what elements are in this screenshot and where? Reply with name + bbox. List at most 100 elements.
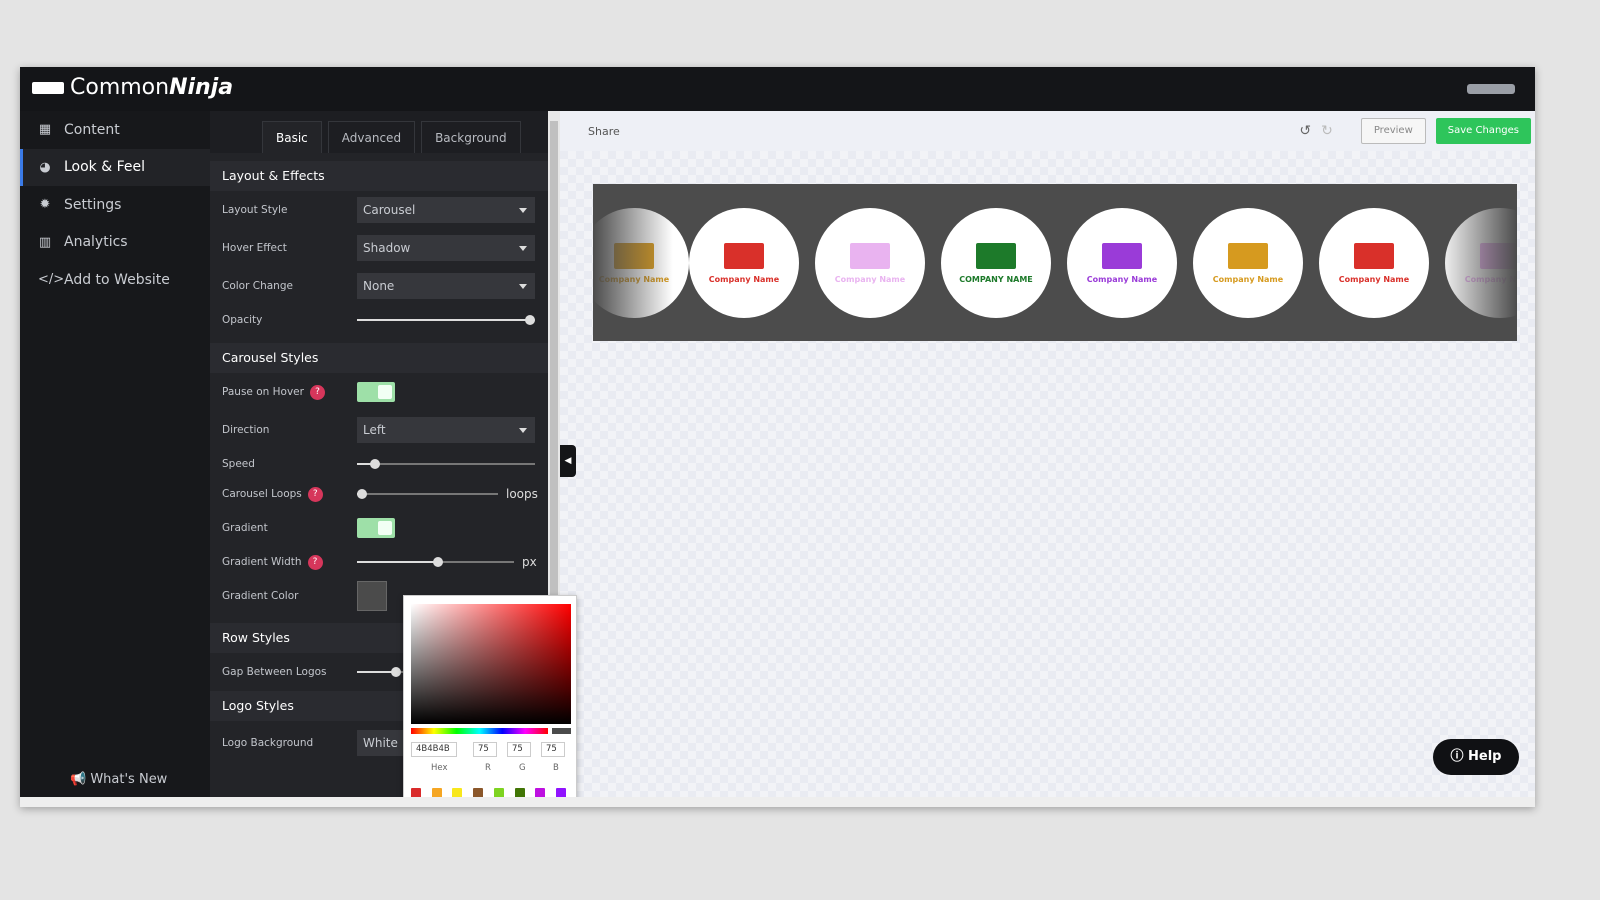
chart-icon: ▥ xyxy=(38,234,52,250)
carousel-loops-label: Carousel Loops xyxy=(222,488,302,500)
carousel-logo[interactable]: COMPANY NAME xyxy=(941,208,1051,318)
gradient-left xyxy=(593,184,673,341)
logo-text: Company Name xyxy=(834,274,906,284)
logo-mark-icon xyxy=(1228,242,1268,269)
logo-background-label: Logo Background xyxy=(222,737,314,749)
sidebar-item-label: Settings xyxy=(64,196,122,213)
sidebar-item-analytics[interactable]: ▥ Analytics xyxy=(20,224,210,262)
r-input[interactable]: 75 xyxy=(473,742,497,757)
help-icon[interactable]: ? xyxy=(307,486,323,502)
logo-mark-icon xyxy=(850,242,890,269)
gradient-label: Gradient xyxy=(222,522,268,534)
logo-text: Common xyxy=(70,75,170,100)
color-picker: 4B4B4B 75 75 75 Hex R G B xyxy=(403,595,577,807)
tab-advanced[interactable]: Advanced xyxy=(327,121,416,153)
gradient-right xyxy=(1437,184,1517,341)
logo-text: Company Name xyxy=(1212,274,1284,284)
tab-background[interactable]: Background xyxy=(421,121,521,153)
layout-style-select[interactable]: Carousel xyxy=(357,197,535,223)
undo-icon[interactable]: ↺ xyxy=(1299,123,1311,139)
g-label: G xyxy=(519,763,526,773)
saturation-value-area[interactable] xyxy=(411,604,571,724)
logo-text: Company Name xyxy=(1086,274,1158,284)
logo-mark-icon xyxy=(724,242,764,269)
speed-slider[interactable] xyxy=(357,458,535,470)
hex-label: Hex xyxy=(431,763,448,773)
opacity-label: Opacity xyxy=(222,314,263,326)
b-input[interactable]: 75 xyxy=(541,742,565,757)
save-changes-button[interactable]: Save Changes xyxy=(1435,118,1531,144)
palette-icon: ◕ xyxy=(39,159,51,175)
carousel-logo[interactable]: Company Name xyxy=(815,208,925,318)
layout-style-label: Layout Style xyxy=(222,204,288,216)
current-color-preview xyxy=(552,728,571,734)
sidebar-item-label: Add to Website xyxy=(64,271,170,288)
share-button[interactable]: Share xyxy=(588,125,620,138)
ninja-mask-icon xyxy=(32,81,64,94)
carousel-logo[interactable]: Company Name xyxy=(1067,208,1177,318)
collapse-panel-handle[interactable]: ◀ xyxy=(560,445,576,477)
logo-text-bold: Ninja xyxy=(169,75,234,100)
carousel-loops-slider[interactable] xyxy=(357,488,498,500)
carousel-logo[interactable]: Company Name xyxy=(1319,208,1429,318)
help-label: Help xyxy=(1468,749,1502,764)
hover-effect-select[interactable]: Shadow xyxy=(357,235,535,261)
app-window: Common Ninja ▦ Content ◕ Look & Feel ✹ Setti… xyxy=(20,67,1535,807)
opacity-slider[interactable] xyxy=(357,314,535,326)
px-unit: px xyxy=(522,555,537,569)
gradient-width-slider[interactable] xyxy=(357,556,514,568)
sidebar-item-label: Look & Feel xyxy=(64,159,146,176)
section-layout-effects: Layout & Effects xyxy=(210,161,548,191)
hex-input[interactable]: 4B4B4B xyxy=(411,742,457,757)
speed-label: Speed xyxy=(222,458,255,470)
help-icon[interactable]: ? xyxy=(307,554,323,570)
color-change-select[interactable]: None xyxy=(357,273,535,299)
horizontal-scrollbar[interactable] xyxy=(20,797,1535,807)
gradient-toggle[interactable] xyxy=(357,518,395,538)
gap-label: Gap Between Logos xyxy=(222,666,327,678)
tab-bar: Basic Advanced Background xyxy=(210,111,548,153)
direction-select[interactable]: Left xyxy=(357,417,535,443)
direction-label: Direction xyxy=(222,424,270,436)
logo-mark-icon xyxy=(1102,242,1142,269)
gradient-color-swatch[interactable] xyxy=(357,581,387,611)
sidebar-item-label: Content xyxy=(64,121,120,138)
sidebar-item-look-feel[interactable]: ◕ Look & Feel xyxy=(20,148,210,186)
logo-mark-icon xyxy=(976,242,1016,269)
question-icon: ⓘ xyxy=(1450,749,1469,764)
logo-carousel: Company Name Company Name Company Name Comp… xyxy=(593,184,1517,341)
sidebar-item-settings[interactable]: ✹ Settings xyxy=(20,186,210,224)
user-menu[interactable] xyxy=(1467,84,1515,94)
hover-effect-label: Hover Effect xyxy=(222,242,287,254)
logo-mark-icon xyxy=(1354,242,1394,269)
whats-new-link[interactable]: 📢 What's New xyxy=(70,772,167,787)
megaphone-icon: 📢 xyxy=(70,772,91,787)
sidebar-item-label: Analytics xyxy=(64,234,128,251)
r-label: R xyxy=(485,763,491,773)
logo[interactable]: Common Ninja xyxy=(32,75,233,100)
preview-area: Share ↺ ↻ Preview Save Changes Company N… xyxy=(560,111,1535,797)
gear-icon: ✹ xyxy=(39,197,51,213)
section-carousel-styles: Carousel Styles xyxy=(210,343,548,373)
pause-on-hover-toggle[interactable] xyxy=(357,382,395,402)
gradient-color-label: Gradient Color xyxy=(222,590,299,602)
preview-toolbar: Share ↺ ↻ Preview Save Changes xyxy=(560,111,1535,151)
sidebar-item-add-to-website[interactable]: </> Add to Website xyxy=(20,261,210,299)
color-change-label: Color Change xyxy=(222,280,293,292)
redo-icon[interactable]: ↻ xyxy=(1321,123,1333,139)
hue-slider[interactable] xyxy=(411,728,548,734)
logo-text: Company Name xyxy=(708,274,780,284)
sidebar-item-content[interactable]: ▦ Content xyxy=(20,111,210,149)
g-input[interactable]: 75 xyxy=(507,742,531,757)
code-icon: </> xyxy=(38,272,65,288)
b-label: B xyxy=(553,763,559,773)
carousel-logo[interactable]: Company Name xyxy=(689,208,799,318)
help-icon[interactable]: ? xyxy=(309,384,325,400)
help-button[interactable]: ⓘ Help xyxy=(1433,739,1519,775)
carousel-logo[interactable]: Company Name xyxy=(1193,208,1303,318)
loops-unit: loops xyxy=(506,487,538,501)
preview-button[interactable]: Preview xyxy=(1360,118,1426,144)
top-bar: Common Ninja xyxy=(20,67,1535,111)
table-icon: ▦ xyxy=(38,122,52,138)
tab-basic[interactable]: Basic xyxy=(262,121,322,153)
